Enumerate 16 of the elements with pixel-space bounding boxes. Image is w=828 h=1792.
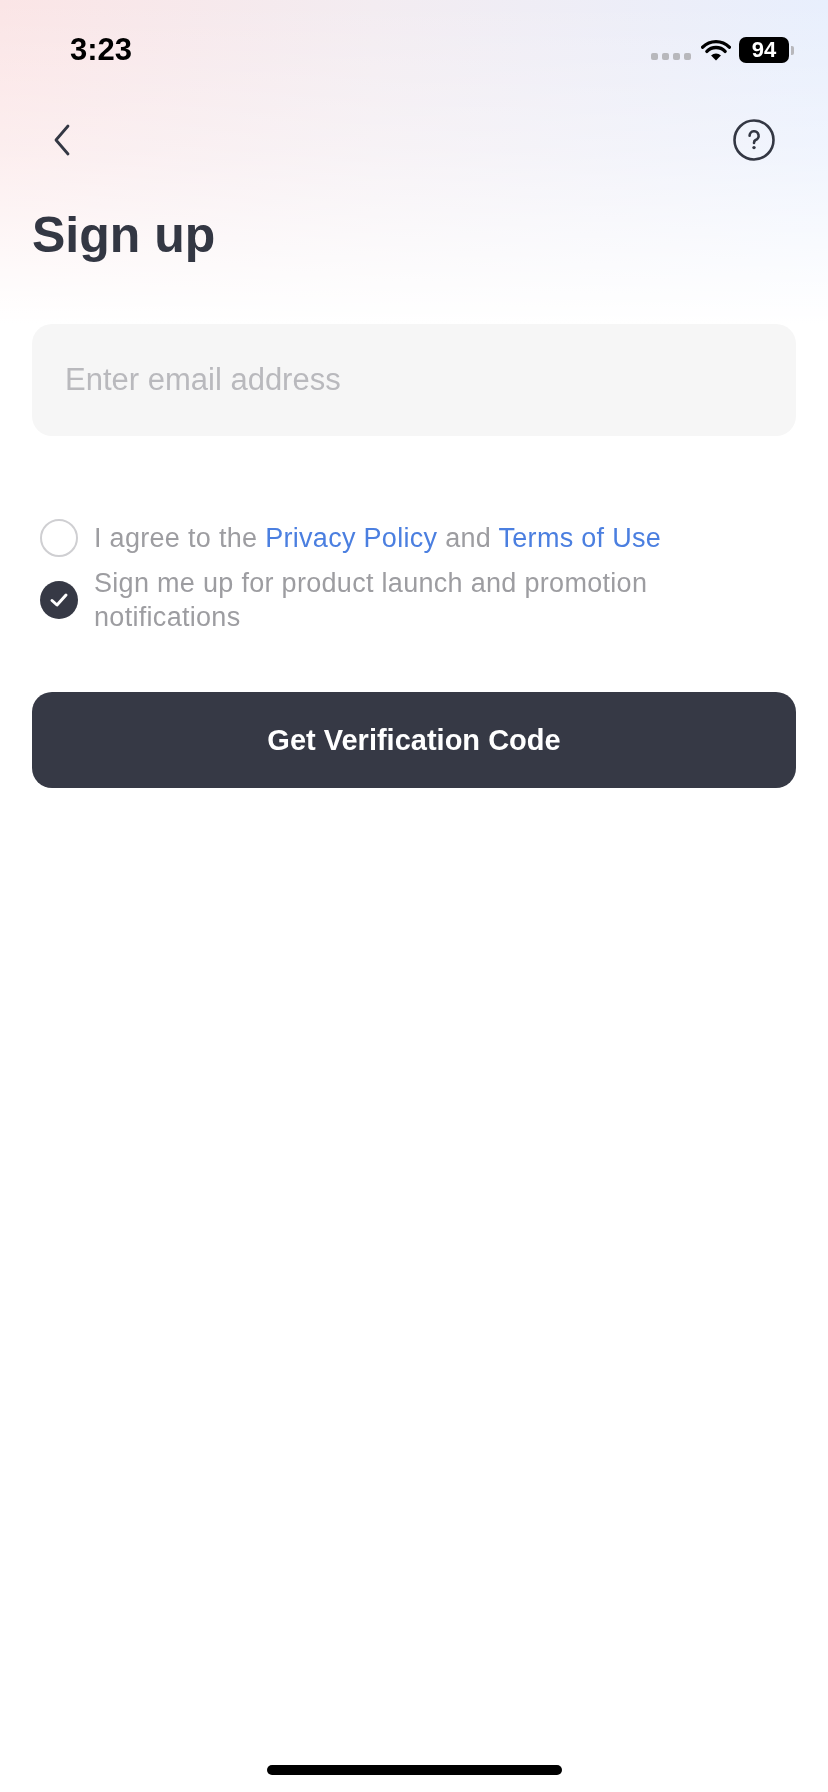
consent-text: I agree to the Privacy Policy and Terms of Use: [94, 522, 662, 555]
policy-link[interactable]: Privacy Policy: [265, 523, 438, 553]
checkbox[interactable]: [40, 581, 78, 619]
help-icon[interactable]: [733, 119, 775, 161]
get-code-button[interactable]: Get Verification Code: [32, 692, 796, 788]
battery-level: 94: [739, 37, 789, 63]
consent-text: Sign me up for product launch and promotion notifications: [94, 567, 649, 634]
battery-cap-icon: [791, 45, 794, 55]
page-title: Sign up: [32, 206, 217, 265]
status-time: 3:23: [70, 31, 133, 69]
policy-link[interactable]: Terms of Use: [498, 523, 662, 553]
wifi-icon: [701, 39, 731, 61]
checkbox[interactable]: [40, 519, 78, 557]
email-field[interactable]: Enter email address: [32, 324, 796, 436]
back-icon[interactable]: [53, 124, 71, 156]
signal-icon: [651, 52, 691, 60]
